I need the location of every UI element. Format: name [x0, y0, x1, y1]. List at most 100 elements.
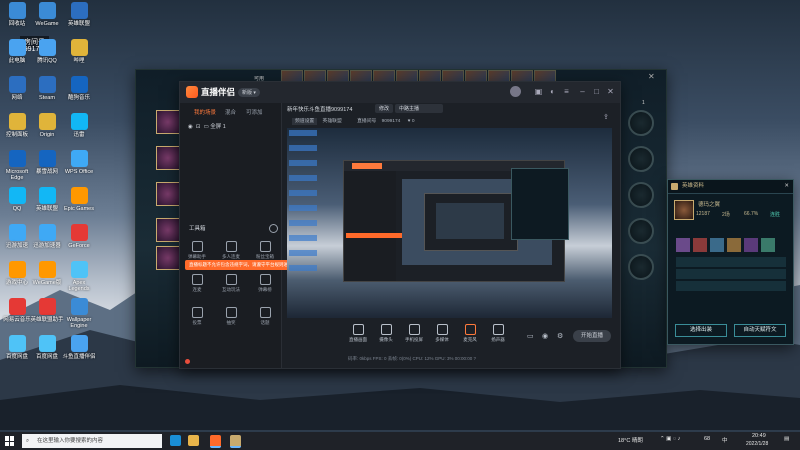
share-icon[interactable]: ⇪ [603, 113, 609, 121]
channel-value[interactable]: 英雄联盟 [323, 119, 342, 124]
notification-icon[interactable]: ▤ [784, 436, 789, 442]
search-icon: ⌕ [26, 438, 30, 444]
desktop-app-icon [8, 39, 26, 56]
tool-2[interactable]: 粉丝宝箱 [254, 241, 276, 260]
hero-info-panel[interactable]: 英雄资料 ✕ 德玛之翼 12187 2场 66.7% 连胜 选择出装 自动天赋符… [667, 179, 794, 345]
desktop-icon-icons_col3-0[interactable]: 英雄联盟 [62, 2, 96, 27]
desktop-icon-icons_col3-8[interactable]: Wallpaper Engine [62, 298, 96, 329]
eye-icon[interactable]: ◉ [188, 124, 193, 130]
message-icon[interactable]: ▣ [534, 87, 543, 96]
tool-4[interactable]: 互动玩法 [220, 274, 242, 293]
desktop-icon-icons_col1-2[interactable]: 网络 [0, 76, 34, 101]
desktop-icon-icons_col2-0[interactable]: WeGame [30, 2, 64, 27]
desktop-icon-icons_col1-9[interactable]: 百度网盘 [0, 335, 34, 360]
close-icon[interactable]: ✕ [606, 87, 615, 96]
control-label: 摄像头 [379, 337, 393, 342]
desktop-icon-icons_col2-4[interactable]: 暴雪战网 [30, 150, 64, 175]
desktop-icon-icons_col2-7[interactable]: WeGame版 [30, 261, 64, 286]
weather[interactable]: 18°C 晴朗 [618, 436, 643, 444]
skin-icon[interactable]: ◐ [548, 87, 557, 96]
taskbar-search[interactable]: ⌕ 在这里输入你要搜索的内容 [22, 434, 162, 448]
desktop-icon-label: Apex Legends [68, 280, 90, 292]
desktop-app-icon [38, 76, 56, 93]
desktop-icon-icons_col1-7[interactable]: 游戏中心 [0, 261, 34, 286]
camera-settings-icon[interactable]: ▭ [527, 332, 534, 340]
desktop-icon-icons_col3-5[interactable]: Epic Games [62, 187, 96, 212]
scene-item[interactable]: ◉ ⊡ ▭ 全屏 1 [188, 122, 226, 130]
start-button[interactable] [5, 436, 15, 446]
version-badge[interactable]: 新版 ▾ [238, 87, 260, 97]
desktop-icon-icons_col2-1[interactable]: 腾讯QQ [30, 39, 64, 64]
control-3[interactable]: 多媒体 [429, 324, 455, 343]
game-window-close[interactable]: ✕ [648, 72, 655, 81]
edit-title-button[interactable]: 修改 [375, 104, 394, 113]
explorer-taskbar-icon[interactable] [188, 435, 199, 446]
desktop-icon-icons_col2-5[interactable]: 英雄联盟 [30, 187, 64, 212]
tool-7[interactable]: 抽奖 [220, 307, 242, 326]
maximize-icon[interactable]: □ [592, 87, 601, 96]
desktop-icon-icons_col1-8[interactable]: 网易云音乐 [0, 298, 34, 323]
desktop-icon-icons_col2-8[interactable]: 英雄联盟助手 [30, 298, 64, 323]
control-0[interactable]: 直播画面 [345, 324, 371, 343]
tool-1[interactable]: 多人连麦 [220, 241, 242, 260]
hero-panel-close-icon[interactable]: ✕ [784, 180, 789, 193]
desktop-icon-icons_col3-7[interactable]: Apex Legends [62, 261, 96, 292]
tool-3[interactable]: 连麦 [186, 274, 208, 293]
desktop-icon-icons_col2-9[interactable]: 百度网盘 [30, 335, 64, 360]
settings-gear-icon[interactable]: ⚙ [557, 332, 563, 340]
eye-toggle-icon[interactable]: ◉ [542, 332, 548, 340]
desktop-icon-icons_col2-2[interactable]: Steam [30, 76, 64, 101]
control-1[interactable]: 摄像头 [373, 324, 399, 343]
tool-0[interactable]: 弹幕助手 [186, 241, 208, 260]
tray-icons[interactable]: ⌃ ▣ ◌ ♪ [660, 436, 680, 442]
choose-build-button[interactable]: 选择出装 [675, 324, 727, 337]
ime-indicator[interactable]: 中 [722, 436, 728, 444]
category-select[interactable]: 中路主播 [395, 104, 443, 113]
desktop-icon-icons_col3-3[interactable]: 迅雷 [62, 113, 96, 138]
tab-mix[interactable]: 混合 [225, 108, 236, 116]
control-2[interactable]: 手机投屏 [401, 324, 427, 343]
clock-time[interactable]: 20:49 [752, 433, 766, 439]
control-5[interactable]: 扬声器 [485, 324, 511, 343]
tool-5[interactable]: 弹幕榜 [254, 274, 276, 293]
desktop-icon-icons_col3-4[interactable]: WPS Office [62, 150, 96, 175]
desktop-icon-icons_col3-9[interactable]: 斗鱼直播伴侣 [62, 335, 96, 360]
desktop-icon-icons_col3-6[interactable]: GeForce [62, 224, 96, 249]
volume[interactable]: 68 [704, 436, 710, 442]
desktop-icon-icons_col1-3[interactable]: 控制面板 [0, 113, 34, 138]
control-4[interactable]: 麦克风 [457, 324, 483, 343]
companion-taskbar-icon[interactable] [210, 435, 221, 448]
desktop-icon-icons_col1-0[interactable]: 回收站 [0, 2, 34, 27]
desktop-icon-icons_col2-3[interactable]: Origin [30, 113, 64, 138]
minimize-icon[interactable]: – [578, 87, 587, 96]
clock-date[interactable]: 2022/1/28 [746, 441, 768, 447]
avatar-icon[interactable] [510, 86, 521, 97]
auto-runes-button[interactable]: 自动天赋符文 [734, 324, 786, 337]
desktop-icon-icons_col2-6[interactable]: 迅游加速器 [30, 224, 64, 249]
lock-icon[interactable]: ⊡ [196, 124, 201, 130]
desktop-icon-label: 网络 [11, 95, 23, 101]
desktop-icon-icons_col1-4[interactable]: Microsoft Edge [0, 150, 34, 181]
desktop-icon-icons_col1-1[interactable]: 此电脑 [0, 39, 34, 64]
tab-my-scenes[interactable]: 我的场景 [194, 108, 216, 116]
nested-desktop-icons [289, 130, 317, 280]
start-live-button[interactable]: 开始直播 [573, 330, 611, 342]
desktop-icon-icons_col1-5[interactable]: QQ [0, 187, 34, 212]
stream-preview[interactable] [287, 128, 612, 318]
tab-addable[interactable]: 可添加 [246, 108, 263, 116]
game-taskbar-icon[interactable] [230, 435, 241, 448]
desktop-icon-label: 哔哩 [73, 58, 85, 64]
tool-8[interactable]: 话题 [254, 307, 276, 326]
edge-taskbar-icon[interactable] [170, 435, 181, 446]
desktop-icon-icons_col3-2[interactable]: 酷狗音乐 [62, 76, 96, 101]
control-label: 手机投屏 [405, 337, 423, 342]
tool-label: 弹幕榜 [258, 287, 272, 292]
tool-6[interactable]: 投票 [186, 307, 208, 326]
toolbox-settings-icon[interactable] [269, 224, 278, 233]
desktop-app-icon [38, 298, 56, 315]
desktop-icon-icons_col1-6[interactable]: 迅游加速 [0, 224, 34, 249]
menu-icon[interactable]: ≡ [562, 87, 571, 96]
live-companion-window[interactable]: 直播伴侣 新版 ▾ ▣ ◐ ≡ – □ ✕ 我的场景 混合 可添加 ◉ ⊡ ▭ … [179, 81, 621, 369]
desktop-icon-icons_col3-1[interactable]: 哔哩 [62, 39, 96, 64]
status-bar: 码率: 0kbps FPS: 0 丢帧: 0(0%) CPU: 12% GPU:… [348, 356, 477, 361]
